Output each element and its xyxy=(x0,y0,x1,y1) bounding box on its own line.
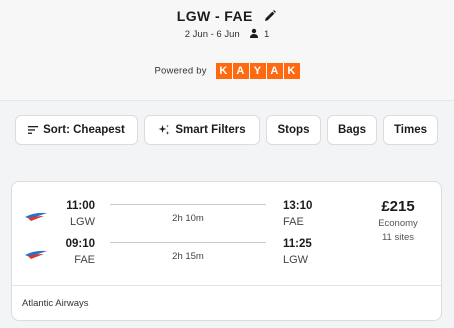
price: £215 xyxy=(381,198,415,215)
kayak-letter: K xyxy=(283,63,300,79)
flight-result-card[interactable]: 11:00 LGW 2h 10m 13:10 FAE 09:10 FAE 2h … xyxy=(11,181,442,321)
airline-logo xyxy=(25,250,47,259)
smart-filters-label: Smart Filters xyxy=(175,124,246,136)
inbound-leg: 09:10 FAE 2h 15m 11:25 LGW xyxy=(12,236,367,276)
outbound-leg: 11:00 LGW 2h 10m 13:10 FAE xyxy=(12,198,367,238)
stops-button[interactable]: Stops xyxy=(266,115,321,145)
stops-label: Stops xyxy=(277,124,310,136)
departure-time: 09:10 xyxy=(65,238,95,250)
site-count: 11 sites xyxy=(381,232,415,243)
bags-button[interactable]: Bags xyxy=(327,115,377,145)
flight-line xyxy=(110,242,266,243)
arrival-time: 11:25 xyxy=(283,238,312,250)
departure-airport: LGW xyxy=(69,216,95,228)
sort-button[interactable]: Sort: Cheapest xyxy=(15,115,138,145)
bags-label: Bags xyxy=(337,124,367,136)
sparkle-icon xyxy=(158,124,170,135)
travel-dates: 2 Jun - 6 Jun xyxy=(184,29,240,40)
powered-by-label: Powered by xyxy=(154,65,207,77)
filter-bar: Sort: Cheapest Smart Filters Stops Bags … xyxy=(15,115,438,145)
price-column: £215 Economy 11 sites xyxy=(367,198,429,243)
smart-filters-button[interactable]: Smart Filters xyxy=(144,115,260,145)
route-row: LGW - FAE xyxy=(0,8,454,26)
times-label: Times xyxy=(393,124,428,136)
arrival-time: 13:10 xyxy=(283,200,313,212)
arrival-airport: FAE xyxy=(283,216,304,228)
departure-time: 11:00 xyxy=(66,200,95,212)
kayak-letter: Y xyxy=(249,63,266,79)
trip-details: 2 Jun - 6 Jun 1 xyxy=(0,28,454,40)
card-divider xyxy=(12,285,441,286)
search-header: LGW - FAE 2 Jun - 6 Jun 1 Powered by K A… xyxy=(0,0,454,101)
kayak-logo: K A Y A K xyxy=(215,63,300,79)
airline-logo xyxy=(25,212,47,221)
flight-duration: 2h 10m xyxy=(172,213,204,224)
arrival-airport: LGW xyxy=(283,254,309,266)
sort-label: Sort: Cheapest xyxy=(43,124,125,136)
kayak-letter: A xyxy=(232,63,249,79)
person-icon xyxy=(249,28,259,38)
flight-line xyxy=(110,204,266,205)
route-title: LGW - FAE xyxy=(176,8,253,24)
pencil-icon[interactable] xyxy=(263,9,277,23)
sort-lines-icon xyxy=(28,126,39,134)
flight-duration: 2h 15m xyxy=(172,251,204,262)
cabin-class: Economy xyxy=(378,218,418,229)
departure-airport: FAE xyxy=(74,254,95,266)
airline-name: Atlantic Airways xyxy=(22,298,89,309)
kayak-letter: A xyxy=(266,63,283,79)
passenger-count: 1 xyxy=(263,29,270,40)
kayak-letter: K xyxy=(215,63,232,79)
times-button[interactable]: Times xyxy=(383,115,438,145)
powered-by: Powered by K A Y A K xyxy=(0,63,454,79)
